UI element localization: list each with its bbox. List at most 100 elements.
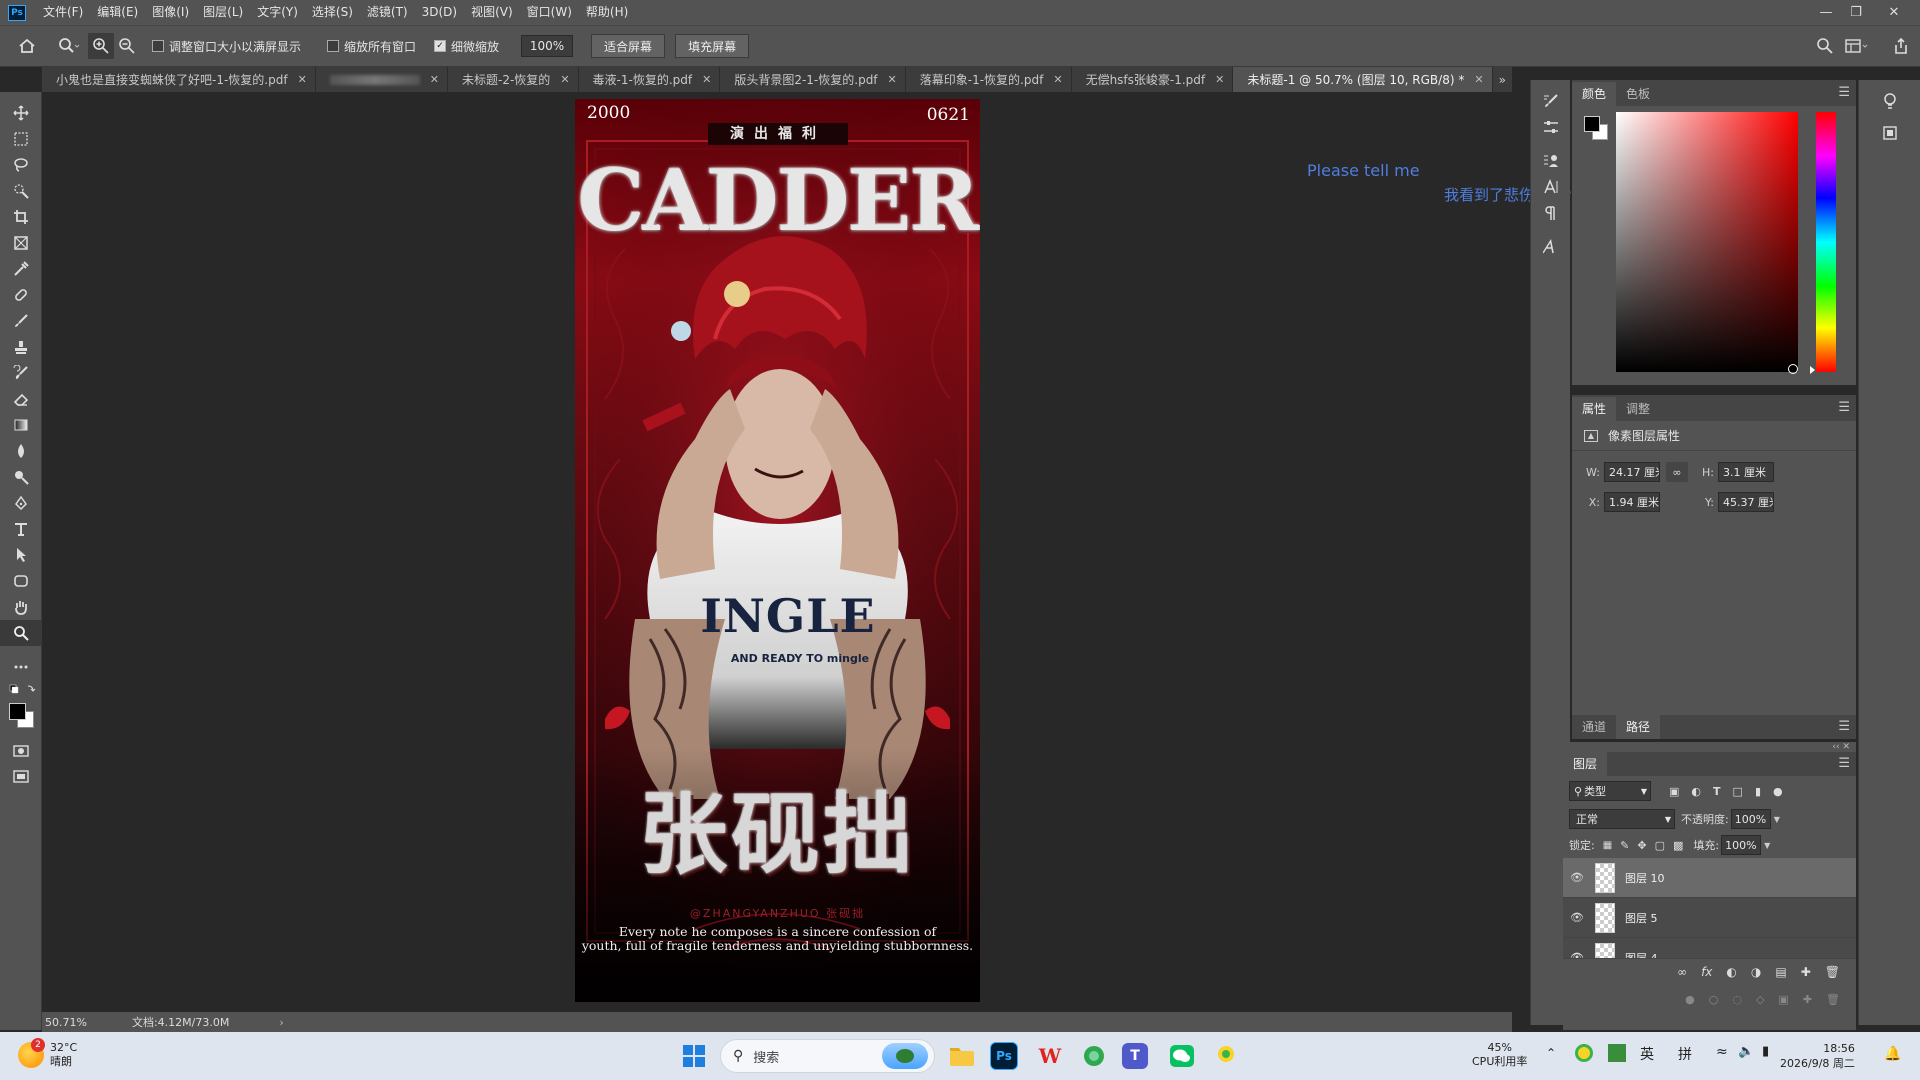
path-selection-tool-icon[interactable] <box>0 542 42 568</box>
new-group-icon[interactable]: ▤ <box>1775 965 1786 979</box>
tab-paths[interactable]: 路径 <box>1616 715 1661 739</box>
layer-style-icon[interactable]: fx <box>1701 965 1712 979</box>
menu-view[interactable]: 视图(V) <box>464 0 520 25</box>
filter-pixel-icon[interactable]: ▣ <box>1669 785 1679 798</box>
fill-screen-button[interactable]: 填充屏幕 <box>675 34 750 58</box>
tab-channels[interactable]: 通道 <box>1572 715 1616 739</box>
new-path-icon[interactable]: ✚ <box>1803 993 1812 1006</box>
y-field[interactable]: 45.37 厘米 <box>1718 492 1774 512</box>
resize-windows-option[interactable]: 调整窗口大小以满屏显示 <box>152 38 301 55</box>
zoom-all-option[interactable]: 缩放所有窗口 <box>327 38 416 55</box>
home-icon[interactable] <box>14 33 40 59</box>
brush-settings-icon[interactable] <box>1531 88 1571 114</box>
filter-smart-object-icon[interactable]: ▮ <box>1755 785 1761 798</box>
menu-3d[interactable]: 3D(D) <box>415 0 464 25</box>
zoom-tool-icon[interactable] <box>0 620 42 646</box>
close-tab-icon[interactable]: ✕ <box>298 73 307 86</box>
document-tab[interactable]: 无偿hsfs张峻豪-1.pdf ✕ <box>1072 67 1234 92</box>
document-tab[interactable]: 版头背景图2-1-恢复的.pdf ✕ <box>720 67 906 92</box>
panel-menu-icon[interactable]: ☰ <box>1838 719 1850 734</box>
fill-field[interactable]: 100% <box>1721 835 1762 855</box>
lock-image-icon[interactable]: ✎ <box>1620 839 1629 852</box>
history-brush-tool-icon[interactable] <box>0 360 42 386</box>
default-colors-icon[interactable] <box>0 680 42 698</box>
tray-app-icon[interactable] <box>1575 1044 1593 1062</box>
hue-slider[interactable] <box>1810 112 1836 374</box>
panel-menu-icon[interactable]: ☰ <box>1838 756 1850 771</box>
fill-chevron-icon[interactable]: ▼ <box>1764 841 1770 850</box>
path-work-icon[interactable]: ◇ <box>1756 993 1764 1006</box>
panel-collapse-icon[interactable]: ‹‹ ✕ <box>1563 742 1856 752</box>
zoom-level[interactable]: 50.71% <box>45 1016 87 1029</box>
file-explorer-icon[interactable] <box>946 1040 978 1072</box>
fit-screen-button[interactable]: 适合屏幕 <box>591 34 666 58</box>
close-tab-icon[interactable]: ✕ <box>1053 73 1062 86</box>
path-selection-icon[interactable]: ◌ <box>1732 993 1742 1006</box>
blur-tool-icon[interactable] <box>0 438 42 464</box>
canvas-area[interactable]: 2000 0621 演出福利 CADDER INGLE AND READY TO… <box>42 92 1658 1012</box>
windows-start-icon[interactable] <box>678 1040 710 1072</box>
tray-expand-icon[interactable]: ⌃ <box>1546 1046 1556 1060</box>
tab-swatches[interactable]: 色板 <box>1616 82 1660 106</box>
close-icon[interactable]: ✕ <box>1880 0 1908 25</box>
height-field[interactable]: 3.1 厘米 <box>1718 462 1774 482</box>
close-tab-icon[interactable]: ✕ <box>702 73 711 86</box>
lock-position-icon[interactable]: ✥ <box>1637 839 1646 852</box>
gradient-tool-icon[interactable] <box>0 412 42 438</box>
close-tab-icon[interactable]: ✕ <box>888 73 897 86</box>
panel-menu-icon[interactable]: ☰ <box>1838 85 1850 100</box>
clone-stamp-tool-icon[interactable] <box>0 334 42 360</box>
layer-row[interactable]: 👁 图层 10 <box>1563 858 1856 898</box>
menu-select[interactable]: 选择(S) <box>305 0 360 25</box>
document-tab[interactable]: 毒液-1-恢复的.pdf ✕ <box>579 67 721 92</box>
add-mask-icon[interactable]: ◐ <box>1726 965 1736 979</box>
layer-row[interactable]: 👁 图层 4 <box>1563 938 1856 958</box>
adjustments-icon[interactable] <box>1531 114 1571 140</box>
menu-window[interactable]: 窗口(W) <box>520 0 579 25</box>
crop-tool-icon[interactable] <box>0 204 42 230</box>
blend-mode-dropdown[interactable]: 正常 ▼ <box>1569 809 1675 829</box>
battery-icon[interactable]: ▮ <box>1762 1044 1769 1059</box>
foreground-background-color-icon[interactable] <box>0 698 42 732</box>
app-balloon-icon[interactable] <box>1210 1040 1242 1072</box>
path-stroke-icon[interactable]: ○ <box>1709 993 1719 1006</box>
weather-widget[interactable]: 32°C 晴朗 <box>50 1041 77 1069</box>
quick-mask-icon[interactable] <box>0 738 42 764</box>
zoom-out-icon[interactable] <box>114 33 140 59</box>
document-tab[interactable]: ✕ <box>316 67 449 92</box>
quick-selection-tool-icon[interactable] <box>0 178 42 204</box>
layer-filter-dropdown[interactable]: ⚲ 类型 ▼ <box>1569 781 1651 801</box>
new-layer-icon[interactable]: ✚ <box>1801 965 1811 979</box>
menu-type[interactable]: 文字(Y) <box>250 0 305 25</box>
document-tab[interactable]: 未标题-2-恢复的 ✕ <box>448 67 579 92</box>
character-panel-icon[interactable] <box>1531 174 1571 200</box>
edge-browser-icon[interactable] <box>1078 1040 1110 1072</box>
panel-menu-icon[interactable]: ☰ <box>1838 400 1850 415</box>
tab-adjustments[interactable]: 调整 <box>1616 397 1660 421</box>
close-tab-icon[interactable]: ✕ <box>430 73 439 86</box>
visibility-eye-icon[interactable]: 👁 <box>1569 951 1585 958</box>
menu-help[interactable]: 帮助(H) <box>579 0 635 25</box>
document-tab-active[interactable]: 未标题-1 @ 50.7% (图层 10, RGB/8) * ✕ <box>1233 67 1493 92</box>
wps-office-icon[interactable]: W <box>1034 1040 1066 1072</box>
type-tool-icon[interactable] <box>0 516 42 542</box>
tab-layers[interactable]: 图层 <box>1563 752 1608 776</box>
move-tool-icon[interactable] <box>0 100 42 126</box>
adjustment-layer-icon[interactable]: ◑ <box>1751 965 1761 979</box>
more-tools-icon[interactable] <box>0 654 42 680</box>
path-mask-icon[interactable]: ▣ <box>1778 993 1788 1006</box>
close-tab-icon[interactable]: ✕ <box>1215 73 1224 86</box>
menu-edit[interactable]: 编辑(E) <box>90 0 145 25</box>
tray-green-icon[interactable] <box>1608 1044 1626 1062</box>
frame-tool-icon[interactable] <box>0 230 42 256</box>
eraser-tool-icon[interactable] <box>0 386 42 412</box>
status-menu-chevron-icon[interactable]: › <box>279 1016 283 1029</box>
document-tab[interactable]: 落幕印象-1-恢复的.pdf ✕ <box>906 67 1072 92</box>
close-tab-icon[interactable]: ✕ <box>1474 73 1483 86</box>
learn-bulb-icon[interactable] <box>1859 88 1920 114</box>
menu-layer[interactable]: 图层(L) <box>196 0 250 25</box>
scrubby-zoom-checkbox[interactable]: ✓ <box>434 40 447 52</box>
resize-windows-checkbox[interactable] <box>152 40 164 52</box>
share-icon[interactable] <box>1888 33 1914 59</box>
delete-path-icon[interactable]: 🗑 <box>1826 993 1840 1006</box>
